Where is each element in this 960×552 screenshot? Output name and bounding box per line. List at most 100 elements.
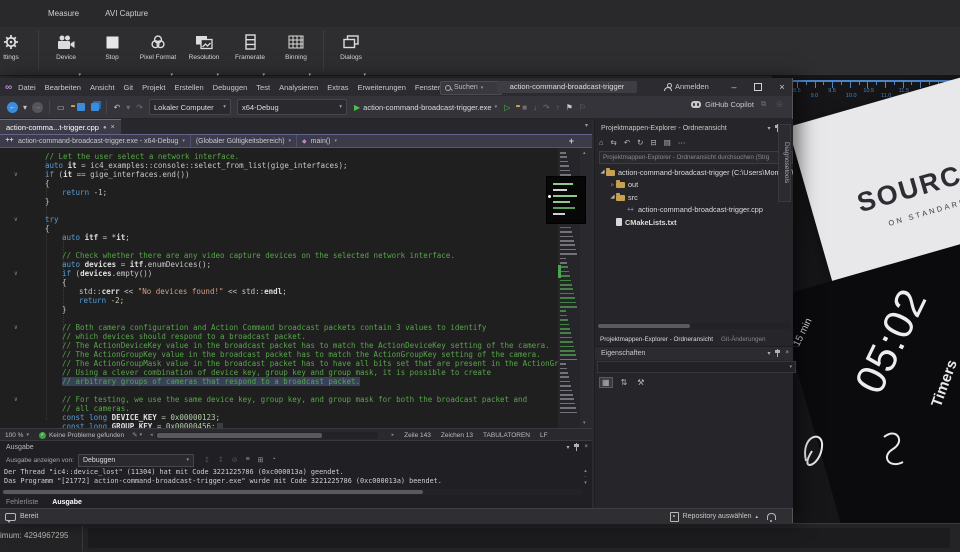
expanded-icon[interactable]: ◢ <box>609 194 616 200</box>
home-icon[interactable]: ⌂ <box>599 138 604 147</box>
menu-datei[interactable]: Datei <box>18 83 36 92</box>
search-box[interactable]: Suchen ▾ <box>440 81 502 95</box>
fold-collapse-icon[interactable]: ∨ <box>14 395 18 404</box>
property-pages-icon[interactable]: ⚒ <box>635 378 646 387</box>
switch-view-icon[interactable]: ⇆ <box>611 138 617 147</box>
capture-tab-avi-capture[interactable]: AVI Capture <box>105 9 148 18</box>
pixel-format-button[interactable]: Pixel Format▾ <box>135 27 181 79</box>
framerate-button[interactable]: Framerate▾ <box>227 27 273 79</box>
solution-explorer-search[interactable]: Projektmappen-Explorer - Ordneransicht d… <box>599 151 793 164</box>
refresh-icon[interactable]: ↻ <box>637 138 643 147</box>
collapse-all-icon[interactable]: ⊟ <box>650 138 656 147</box>
eol-indicator[interactable]: LF <box>540 432 548 439</box>
zoom-select[interactable]: 100 % <box>5 432 23 439</box>
feedback-icon[interactable] <box>5 513 16 521</box>
back-caret-icon[interactable]: ▾ <box>23 103 27 112</box>
expanded-icon[interactable]: ◢ <box>599 169 606 175</box>
undo-caret-icon[interactable]: ▾ <box>126 103 130 112</box>
save-icon[interactable] <box>77 103 85 111</box>
scope-dropdown[interactable]: (Globaler Gültigkeitsbereich) ▾ <box>191 135 297 147</box>
close-tab-icon[interactable]: × <box>111 124 115 131</box>
configuration-select[interactable]: x64-Debug▾ <box>237 99 347 115</box>
fold-collapse-icon[interactable]: ∨ <box>14 269 18 278</box>
fold-collapse-icon[interactable]: ∨ <box>14 170 18 179</box>
scroll-up-icon[interactable]: ▴ <box>583 150 586 156</box>
stop-button[interactable]: Stop <box>89 27 135 79</box>
output-vertical-scrollbar[interactable]: ▴ – ▾ <box>581 468 590 492</box>
step-into-icon[interactable]: ↓ <box>533 103 537 112</box>
step-over-icon[interactable]: ↷ <box>543 103 550 112</box>
code-editor[interactable]: // Let the user select a network interfa… <box>0 148 592 428</box>
project-dropdown[interactable]: ++ action-command-broadcast-trigger.exe … <box>0 135 191 147</box>
copilot-share-icon[interactable]: ⧉ <box>761 99 766 109</box>
github-copilot-button[interactable]: GitHub Copilot ⧉ ☉ <box>691 99 786 109</box>
more-icon[interactable]: ⋯ <box>678 138 686 147</box>
pencil-icon[interactable]: ✎ <box>132 431 137 439</box>
menu-erweiterungen[interactable]: Erweiterungen <box>358 83 406 92</box>
tab-diagnostics-tools[interactable]: Diagnosetools <box>778 124 791 202</box>
save-all-icon[interactable] <box>91 103 99 111</box>
output-horizontal-scrollbar[interactable] <box>2 489 582 495</box>
menu-fenster[interactable]: Fenster <box>415 83 440 92</box>
alphabetical-icon[interactable]: ⇅ <box>619 378 630 387</box>
dialogs-button[interactable]: Dialogs▾ <box>328 27 374 79</box>
bookmark-list-icon[interactable]: ⚐ <box>579 103 586 112</box>
chevron-down-icon[interactable]: ▾ <box>767 350 770 357</box>
chevron-down-icon[interactable]: ▾ <box>767 125 770 132</box>
clear-messages-icon[interactable]: ⊘ <box>232 456 238 464</box>
add-pane-icon[interactable]: + <box>569 136 574 146</box>
tab-action-command-broadcast-trigger-cpp[interactable]: action-comma...t-trigger.cpp ● × <box>0 119 121 135</box>
forward-icon[interactable]: → <box>32 102 43 113</box>
menu-git[interactable]: Git <box>124 83 134 92</box>
fold-collapse-icon[interactable]: ∨ <box>14 323 18 332</box>
scroll-right-icon[interactable]: ▸ <box>392 432 395 438</box>
redo-icon[interactable]: ↷ <box>136 103 143 112</box>
tool-tab-fehlerliste[interactable]: Fehlerliste <box>6 499 38 506</box>
tree-item-src[interactable]: ◢src <box>595 191 793 204</box>
ttings-button[interactable]: ttings <box>0 27 34 79</box>
pin-icon[interactable] <box>776 349 779 357</box>
menu-test[interactable]: Test <box>256 83 270 92</box>
problems-status[interactable]: Keine Probleme gefunden <box>49 432 124 439</box>
menu-analysieren[interactable]: Analysieren <box>279 83 318 92</box>
line-indicator[interactable]: Zeile 143 <box>404 432 431 439</box>
menu-bearbeiten[interactable]: Bearbeiten <box>45 83 81 92</box>
editor-horizontal-scrollbar[interactable] <box>156 432 378 439</box>
tabs-mode-indicator[interactable]: TABULATOREN <box>483 432 530 439</box>
solution-explorer-horizontal-scrollbar[interactable] <box>597 323 791 329</box>
start-debugging-button[interactable]: ▶action-command-broadcast-trigger.exe▾ <box>354 103 497 112</box>
message-prev-icon[interactable]: ↥ <box>204 456 210 464</box>
value-input[interactable] <box>88 528 950 548</box>
close-button[interactable]: × <box>772 78 792 95</box>
capture-tab-measure[interactable]: Measure <box>48 9 79 18</box>
copilot-badge-icon[interactable]: ☉ <box>776 100 783 109</box>
back-icon[interactable]: ← <box>7 102 18 113</box>
menu-debuggen[interactable]: Debuggen <box>213 83 248 92</box>
solution-explorer-header[interactable]: Projektmappen-Explorer - Ordneransicht ▾… <box>595 122 793 135</box>
tab-list-chevron-icon[interactable]: ▾ <box>585 122 588 129</box>
tool-tab-git-nderungen[interactable]: Git-Änderungen <box>721 336 765 343</box>
notifications-bell-icon[interactable] <box>767 513 776 520</box>
member-dropdown[interactable]: ◆ main() ▾ <box>297 135 342 147</box>
step-out-icon[interactable]: ↑ <box>556 103 560 112</box>
resolution-button[interactable]: Resolution▾ <box>181 27 227 79</box>
binning-button[interactable]: Binning▾ <box>273 27 319 79</box>
scroll-down-icon[interactable]: ▾ <box>581 480 590 486</box>
menu-erstellen[interactable]: Erstellen <box>174 83 203 92</box>
collapsed-icon[interactable]: ▹ <box>609 182 616 188</box>
select-repository-button[interactable]: Repository auswählen ▴ <box>670 512 758 522</box>
close-icon[interactable]: × <box>584 444 588 450</box>
char-indicator[interactable]: Zeichen 13 <box>441 432 473 439</box>
tree-item-action-command-broadcast-trigger.cpp[interactable]: ++action-command-broadcast-trigger.cpp <box>595 204 793 217</box>
device-button[interactable]: Device▾ <box>43 27 89 79</box>
history-icon[interactable]: ◔ <box>272 456 276 464</box>
fold-collapse-icon[interactable]: ∨ <box>14 215 18 224</box>
scroll-down-icon[interactable]: ▾ <box>583 420 586 426</box>
tree-item-action-command-broadcast-trigger[interactable]: ◢action-command-broadcast-trigger (C:\Us… <box>595 166 793 179</box>
tool-tab-projektmappen-explorer-ordneransicht[interactable]: Projektmappen-Explorer - Ordneransicht <box>600 336 713 343</box>
minimize-button[interactable]: – <box>724 78 744 95</box>
tree-item-cmakelists.txt[interactable]: CMakeLists.txt <box>595 216 793 229</box>
target-machine-select[interactable]: Lokaler Computer▾ <box>149 99 231 115</box>
properties-header[interactable]: Eigenschaften ▾ × <box>595 347 793 360</box>
bookmark-icon[interactable]: ⚑ <box>566 103 573 112</box>
